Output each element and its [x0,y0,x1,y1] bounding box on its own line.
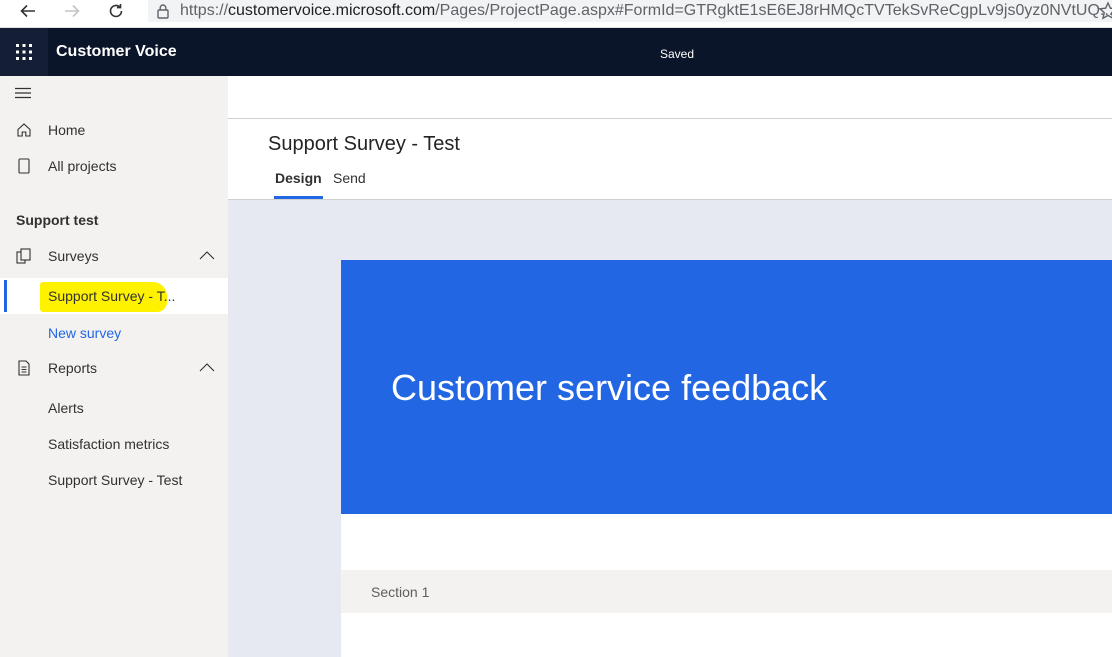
save-status: Saved [660,47,695,61]
page-title: Support Survey - Test [268,133,460,155]
app-launcher-button[interactable] [0,28,48,76]
project-name: Support test [16,212,99,228]
chevron-up-icon[interactable] [198,248,216,264]
report-item-label: Satisfaction metrics [48,436,170,452]
left-nav: Home All projects Support test Surveys S… [0,76,228,657]
url-text: https://customervoice.microsoft.com/Page… [180,2,1112,20]
survey-item-label: Support Survey - T... [48,288,176,304]
url-path: /Pages/ProjectPage.aspx#FormId=GTRgktE1s… [435,2,1112,19]
design-canvas: Customer service feedback Section 1 [228,199,1112,657]
new-survey-label: New survey [48,325,122,341]
form-preview: Customer service feedback Section 1 [341,260,1112,657]
nav-surveys-label: Surveys [48,248,99,264]
tab-send[interactable]: Send [333,170,366,200]
arrow-right-icon [65,4,80,18]
report-item-label: Alerts [48,400,84,416]
report-item-alerts[interactable]: Alerts [0,390,228,426]
main-content: Support Survey - Test Design Send Custom… [228,76,1112,657]
document-icon [0,158,48,174]
survey-item-support-survey[interactable]: Support Survey - T... [0,278,228,314]
hamburger-menu-icon[interactable] [14,86,36,102]
refresh-icon [109,4,123,18]
report-item-satisfaction-metrics[interactable]: Satisfaction metrics [0,426,228,462]
clipboard-icon [0,248,48,264]
chevron-up-icon[interactable] [198,360,216,376]
nav-home-label: Home [48,122,86,138]
nav-all-projects[interactable]: All projects [0,148,228,184]
nav-reports-label: Reports [48,360,98,376]
nav-surveys[interactable]: Surveys [0,238,228,274]
report-item-label: Support Survey - Test [48,472,183,488]
back-button[interactable] [14,0,42,22]
section-label: Section 1 [371,584,430,600]
form-title[interactable]: Customer service feedback [391,367,827,409]
refresh-button[interactable] [102,0,130,22]
home-icon [0,122,48,138]
nav-home[interactable]: Home [0,112,228,148]
section-header[interactable]: Section 1 [341,570,1112,613]
browser-toolbar: https://customervoice.microsoft.com/Page… [0,0,1112,28]
nav-all-projects-label: All projects [48,158,117,174]
url-host: customervoice.microsoft.com [228,2,436,19]
new-survey-link[interactable]: New survey [0,315,228,351]
address-bar[interactable]: https://customervoice.microsoft.com/Page… [148,0,1112,22]
app-title[interactable]: Customer Voice [56,28,177,76]
app-header: Customer Voice Saved [0,28,1112,76]
report-item-support-survey[interactable]: Support Survey - Test [0,462,228,498]
bookmark-star-icon[interactable] [1098,1,1112,21]
tab-design[interactable]: Design [274,170,323,200]
command-bar [228,76,1112,119]
report-icon [0,360,48,376]
nav-reports[interactable]: Reports [0,350,228,386]
arrow-left-icon [20,4,35,18]
form-header-banner[interactable]: Customer service feedback [341,260,1112,514]
forward-button[interactable] [58,0,86,22]
lock-icon [156,2,170,20]
waffle-icon [16,44,32,60]
url-scheme: https:// [180,2,229,19]
